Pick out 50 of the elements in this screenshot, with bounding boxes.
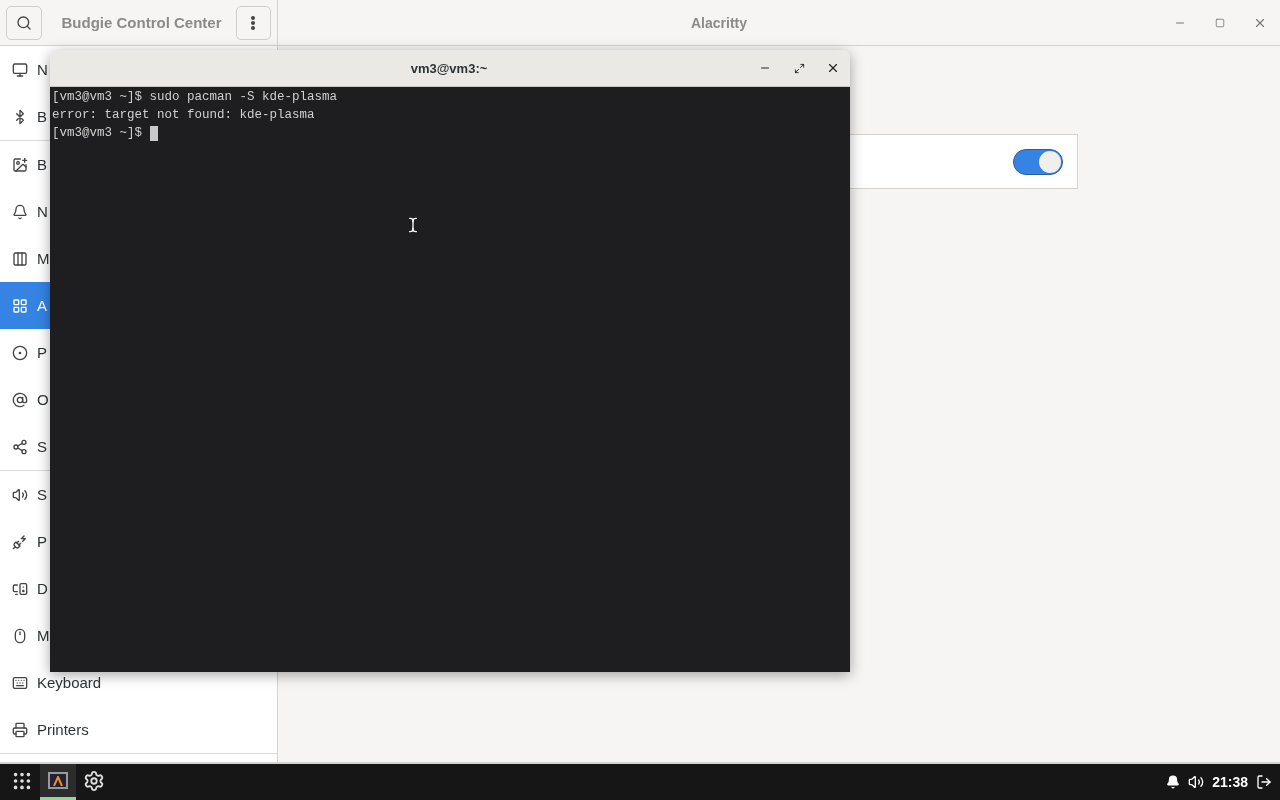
share-icon [12, 438, 28, 455]
terminal-line: error: target not found: kde-plasma [52, 108, 315, 122]
volume-icon[interactable] [1188, 774, 1205, 790]
terminal-app-button[interactable] [40, 764, 76, 800]
sidebar-item[interactable]: B [12, 108, 47, 125]
menu-icon [251, 15, 256, 30]
window-title: Budgie Control Center [60, 14, 222, 31]
logout-icon[interactable] [1256, 774, 1272, 790]
sidebar-item[interactable]: S [12, 486, 47, 503]
sidebar-item[interactable]: M [12, 250, 50, 267]
columns-icon [12, 250, 28, 267]
sidebar-item[interactable]: P [12, 533, 47, 550]
menu-button[interactable] [235, 5, 271, 40]
sidebar-item[interactable]: D [12, 580, 48, 597]
sidebar-item[interactable]: M [12, 627, 50, 644]
monitor-icon [12, 580, 28, 597]
sidebar-item[interactable]: Keyboard [12, 674, 102, 691]
sidebar-item[interactable]: S [12, 438, 47, 455]
search-icon [15, 14, 32, 31]
terminal-line: [vm3@vm3 ~]$ sudo pacman -S kde-plasma [52, 90, 338, 104]
search-button[interactable] [6, 5, 42, 40]
bell-icon[interactable] [1166, 775, 1181, 789]
printer-icon [12, 721, 28, 738]
sidebar-item[interactable]: A [12, 297, 47, 314]
target-icon [12, 344, 28, 361]
keyboard-icon [12, 674, 28, 691]
sidebar-item[interactable]: Printers [12, 721, 89, 738]
sidebar-item[interactable]: N [12, 203, 48, 220]
terminal-line: [vm3@vm3 ~]$ [52, 126, 142, 140]
terminal-title: vm3@vm3:~ [409, 60, 489, 76]
sidebar-item[interactable]: P [12, 344, 47, 361]
terminal-icon [48, 772, 68, 789]
sidebar-item[interactable]: O [12, 391, 49, 408]
at-sign-icon [12, 391, 28, 408]
sidebar-item[interactable]: B [12, 156, 47, 173]
bell-icon [12, 203, 28, 220]
computer-icon [12, 61, 28, 78]
panel-title: Alacritty [690, 14, 748, 31]
clock[interactable]: 21:38 [1212, 774, 1248, 790]
plug-icon [12, 533, 28, 550]
picture-icon [12, 156, 28, 173]
maximize-icon [1215, 17, 1225, 28]
close-icon [826, 61, 840, 75]
speaker-icon [12, 486, 28, 503]
gear-icon [83, 769, 105, 792]
mouse-icon [12, 627, 28, 644]
sidebar-item[interactable]: N [12, 61, 48, 78]
grid-icon [12, 297, 28, 314]
maximize-icon [793, 62, 805, 74]
toggle-switch[interactable] [1013, 148, 1063, 175]
